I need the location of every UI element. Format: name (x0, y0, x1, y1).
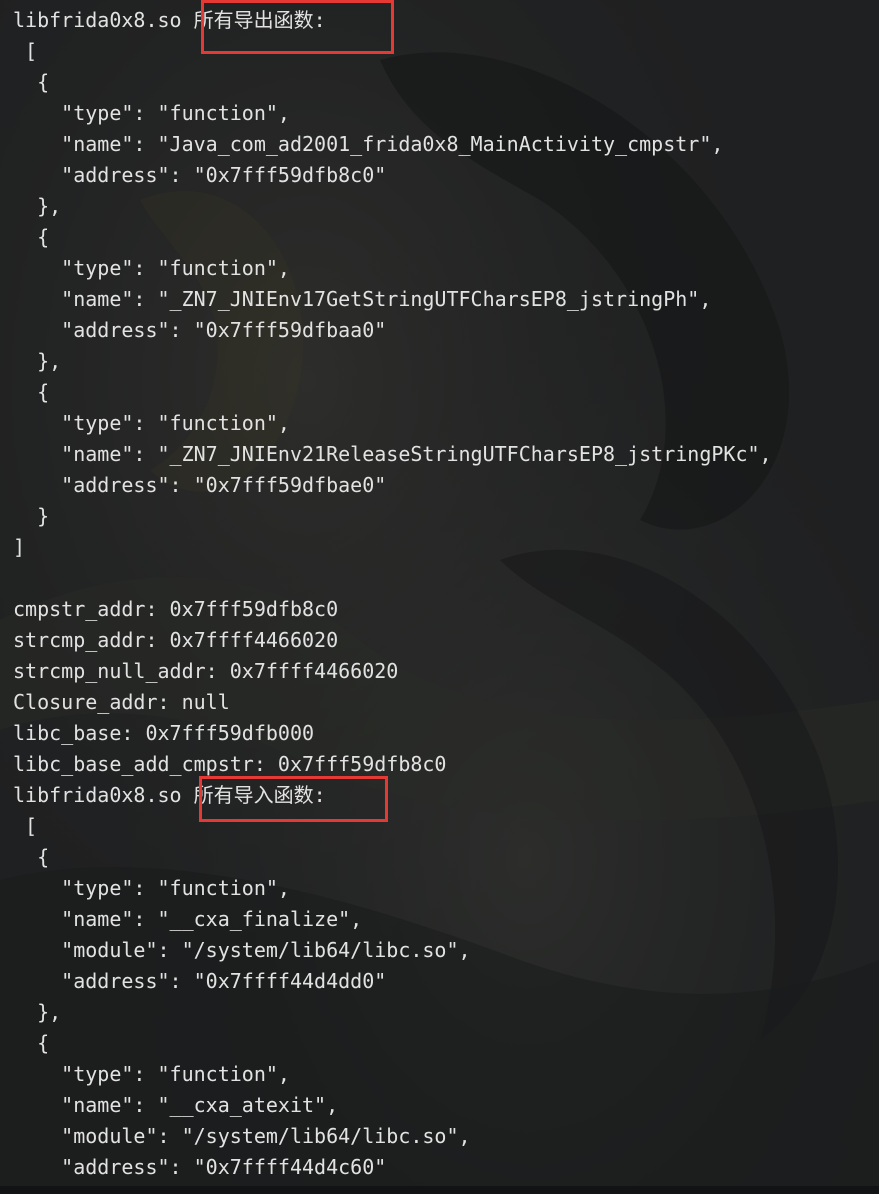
console-line: "address": "0x7ffff44d4dd0" (13, 969, 387, 993)
console-line: { (13, 1031, 50, 1055)
console-line: }, (13, 349, 62, 373)
console-line: "name": "_ZN7_JNIEnv17GetStringUTFCharsE… (13, 287, 712, 311)
console-line: { (13, 845, 50, 869)
console-line: "type": "function", (13, 1062, 290, 1086)
console-line: }, (13, 1000, 62, 1024)
import-header-line: libfrida0x8.so 所有导入函数: (13, 783, 326, 807)
console-line: libc_base_add_cmpstr: 0x7fff59dfb8c0 (13, 752, 447, 776)
console-line: libc_base: 0x7fff59dfb000 (13, 721, 315, 745)
console-line: "name": "__cxa_atexit", (13, 1093, 339, 1117)
console-line: [ (13, 39, 38, 63)
bottom-edge (0, 1186, 879, 1194)
console-output: libfrida0x8.so 所有导出函数: [ { "type": "func… (0, 0, 879, 1194)
console-line: Closure_addr: null (13, 690, 230, 714)
console-line: strcmp_null_addr: 0x7ffff4466020 (13, 659, 399, 683)
console-line: [ (13, 814, 38, 838)
console-line: }, (13, 194, 62, 218)
console-line: } (13, 504, 50, 528)
console-line: "type": "function", (13, 876, 290, 900)
console-line: "name": "__cxa_finalize", (13, 907, 363, 931)
console-line: { (13, 225, 50, 249)
console-line: { (13, 380, 50, 404)
console-line: ] (13, 535, 26, 559)
console-line: "address": "0x7fff59dfbae0" (13, 473, 387, 497)
console-line: "address": "0x7fff59dfbaa0" (13, 318, 387, 342)
console-line: "type": "function", (13, 256, 290, 280)
console-line: "type": "function", (13, 101, 290, 125)
console-line: "name": "Java_com_ad2001_frida0x8_MainAc… (13, 132, 724, 156)
console-line: { (13, 70, 50, 94)
console-line: "address": "0x7ffff44d4c60" (13, 1155, 387, 1179)
console-line: "type": "function", (13, 411, 290, 435)
export-header-line: libfrida0x8.so 所有导出函数: (13, 8, 326, 32)
console-line: strcmp_addr: 0x7ffff4466020 (13, 628, 339, 652)
console-line: cmpstr_addr: 0x7fff59dfb8c0 (13, 597, 339, 621)
export-highlight-box (201, 0, 394, 54)
console-line: "address": "0x7fff59dfb8c0" (13, 163, 387, 187)
console-line: "name": "_ZN7_JNIEnv21ReleaseStringUTFCh… (13, 442, 772, 466)
import-highlight-box (199, 776, 388, 822)
console-line: "module": "/system/lib64/libc.so", (13, 1124, 471, 1148)
console-line: "module": "/system/lib64/libc.so", (13, 938, 471, 962)
